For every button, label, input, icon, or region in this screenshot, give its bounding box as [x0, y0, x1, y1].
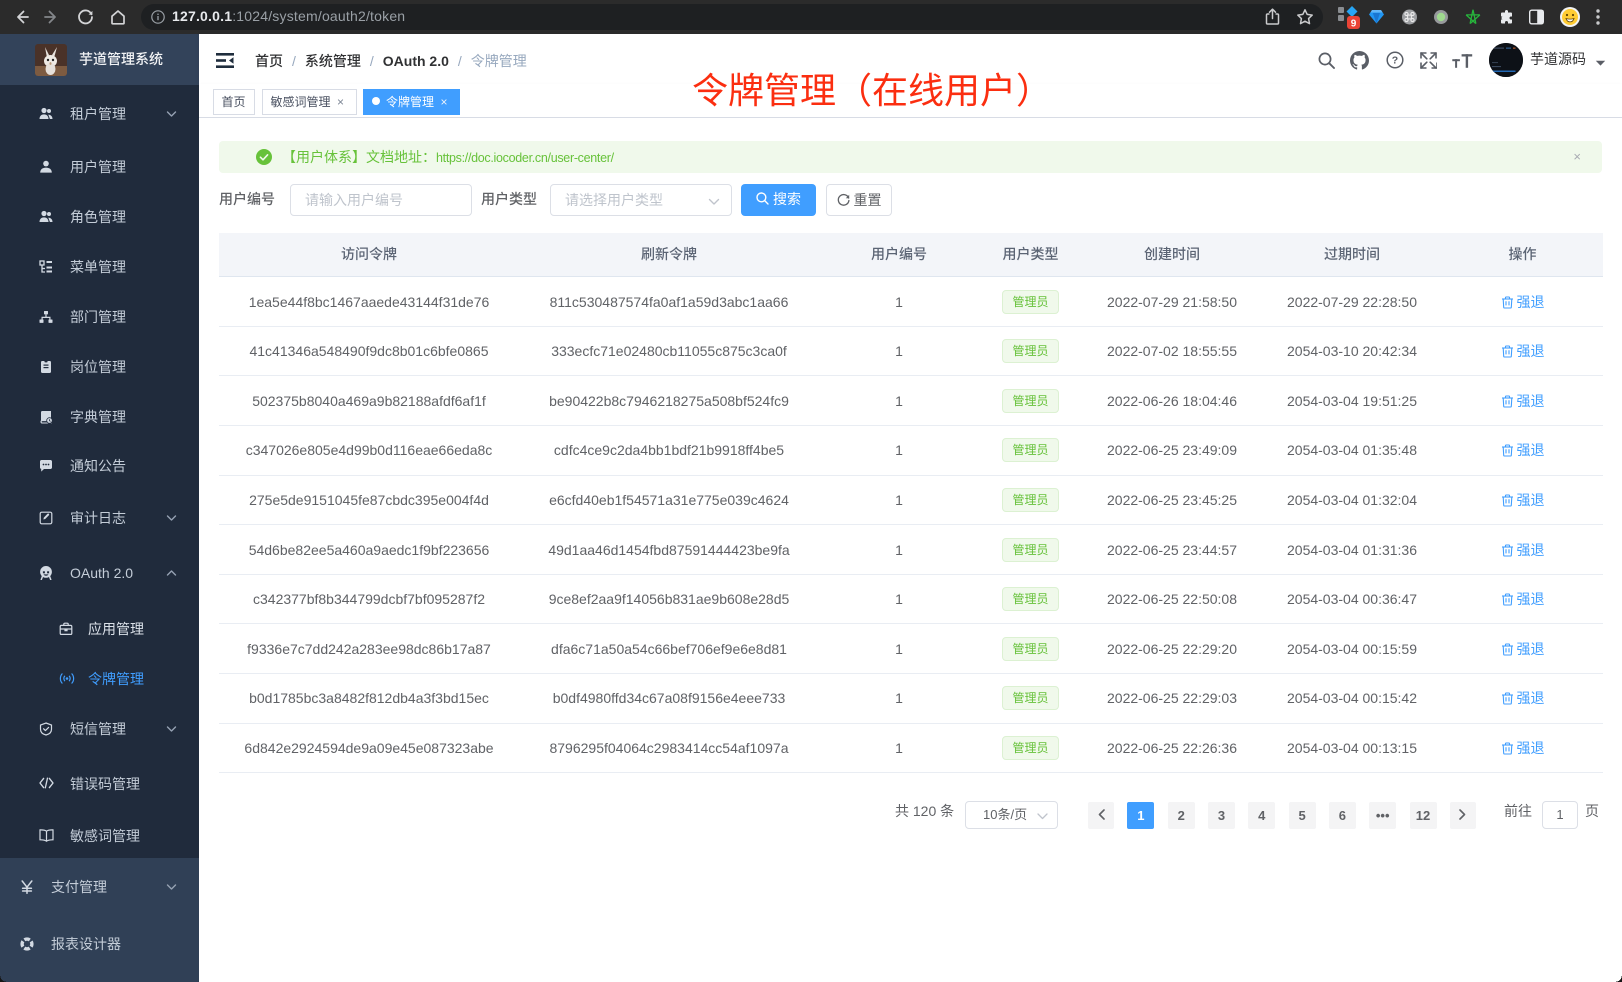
svg-text:?: ?	[1392, 55, 1398, 67]
svg-text:9: 9	[1351, 18, 1357, 29]
